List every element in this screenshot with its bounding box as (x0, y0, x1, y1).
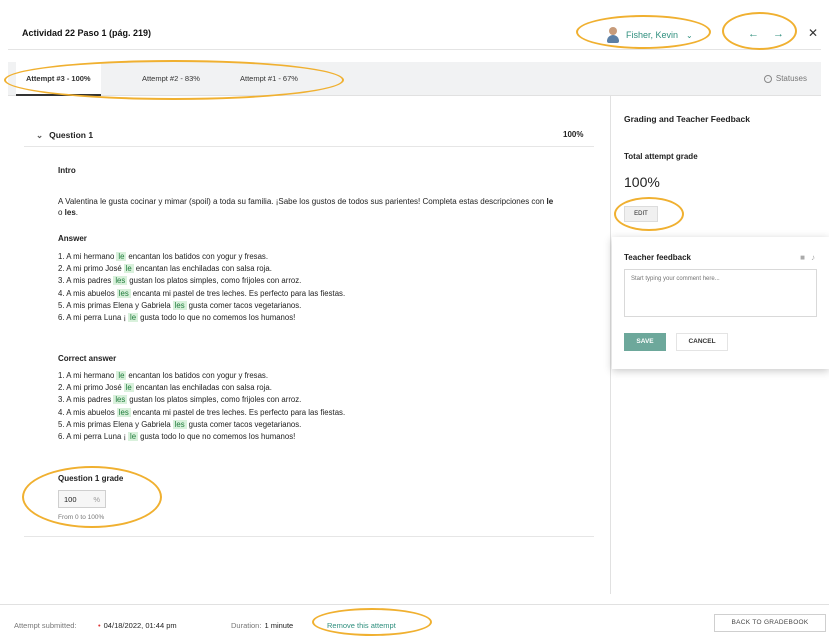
activity-title: Actividad 22 Paso 1 (pág. 219) (22, 28, 152, 38)
dialog-header: Actividad 22 Paso 1 (pág. 219) Fisher, K… (8, 14, 821, 50)
correct-line: 6. A mi perra Luna ¡ le gusta todo lo que … (58, 432, 296, 442)
status-dot-icon: • (98, 621, 101, 630)
arrow-left-icon[interactable]: ← (748, 28, 759, 40)
divider (24, 146, 594, 147)
edit-grade-button[interactable]: EDIT (624, 206, 658, 222)
grade-value: 100 (64, 494, 77, 504)
tab-attempt-3[interactable]: Attempt #3 - 100% (16, 62, 101, 96)
answer-line: 1. A mi hermano le encantan los batidos co… (58, 252, 268, 261)
student-selector[interactable]: Fisher, Kevin ⌄ (606, 25, 693, 45)
grade-unit: % (93, 494, 100, 504)
duration: Duration: 1 minute (231, 621, 294, 630)
answer-line: 6. A mi perra Luna ¡ le gusta todo lo que … (58, 313, 296, 323)
correct-line: 5. A mis primas Elena y Gabriela les gusta… (58, 419, 302, 429)
feedback-media-icons: ■ ♪ (800, 253, 815, 262)
tab-attempt-1[interactable]: Attempt #1 - 67% (230, 62, 308, 96)
submitted-label: Attempt submitted: (14, 621, 77, 630)
question-title: Question 1 (49, 130, 94, 140)
close-icon[interactable]: ✕ (808, 26, 818, 40)
tab-attempt-2[interactable]: Attempt #2 - 83% (132, 62, 210, 96)
video-icon[interactable]: ■ (800, 253, 805, 262)
correct-line: 4. A mis abuelos les encanta mi pastel de … (58, 407, 346, 417)
answer-line: 2. A mi primo José le encantan las enchila… (58, 264, 272, 274)
question-header[interactable]: ⌄ Question 1 (36, 130, 93, 141)
total-grade-value: 100% (624, 174, 660, 190)
feedback-title: Teacher feedback (624, 253, 691, 262)
student-navigation: ← → (748, 28, 784, 40)
remove-attempt-link[interactable]: Remove this attempt (327, 621, 396, 630)
submitted-date: • 04/18/2022, 01:44 pm (98, 621, 177, 630)
clock-icon: · (763, 74, 772, 83)
answer-heading: Answer (58, 234, 87, 243)
correct-line: 1. A mi hermano le encantan los batidos co… (58, 371, 268, 380)
answer-line: 5. A mis primas Elena y Gabriela les gusta… (58, 300, 302, 310)
intro-text: A Valentina le gusta cocinar y mimar (sp… (58, 197, 554, 217)
avatar (606, 27, 620, 43)
microphone-icon[interactable]: ♪ (811, 253, 815, 262)
teacher-feedback-card: Teacher feedback ■ ♪ SAVE CANCEL (612, 237, 829, 369)
correct-line: 2. A mi primo José le encantan las enchila… (58, 383, 272, 393)
question-grade-input[interactable]: 100 % (58, 490, 106, 508)
grade-range-hint: From 0 to 100% (58, 514, 105, 521)
chevron-down-icon: ⌄ (686, 30, 693, 40)
chevron-down-icon: ⌄ (36, 130, 44, 140)
intro-heading: Intro (58, 166, 76, 175)
question-grade-label: Question 1 grade (58, 474, 124, 483)
dialog-footer: Attempt submitted: • 04/18/2022, 01:44 pm… (0, 604, 829, 638)
statuses-label: Statuses (775, 74, 807, 83)
total-grade-label: Total attempt grade (624, 152, 698, 161)
grading-panel-title: Grading and Teacher Feedback (624, 114, 750, 124)
attempt-tabs: Attempt #3 - 100% Attempt #2 - 83% Attem… (8, 62, 821, 96)
statuses-button[interactable]: · Statuses (763, 74, 807, 83)
save-button[interactable]: SAVE (624, 333, 666, 351)
back-to-gradebook-button[interactable]: BACK TO GRADEBOOK (714, 614, 826, 632)
arrow-right-icon[interactable]: → (773, 28, 784, 40)
cancel-button[interactable]: CANCEL (676, 333, 728, 351)
correct-line: 3. A mis padres les gustan los platos simp… (58, 395, 302, 405)
student-name: Fisher, Kevin (626, 30, 679, 40)
correct-answer-heading: Correct answer (58, 354, 117, 363)
divider (24, 536, 594, 537)
answer-line: 4. A mis abuelos les encanta mi pastel de … (58, 288, 346, 298)
question-score: 100% (563, 130, 584, 139)
student-answers: 1. A mi hermano le encantan los batidos co… (58, 251, 345, 324)
answer-line: 3. A mis padres les gustan los platos simp… (58, 276, 302, 286)
correct-answers: 1. A mi hermano le encantan los batidos co… (58, 370, 345, 443)
feedback-textarea[interactable] (624, 269, 817, 317)
